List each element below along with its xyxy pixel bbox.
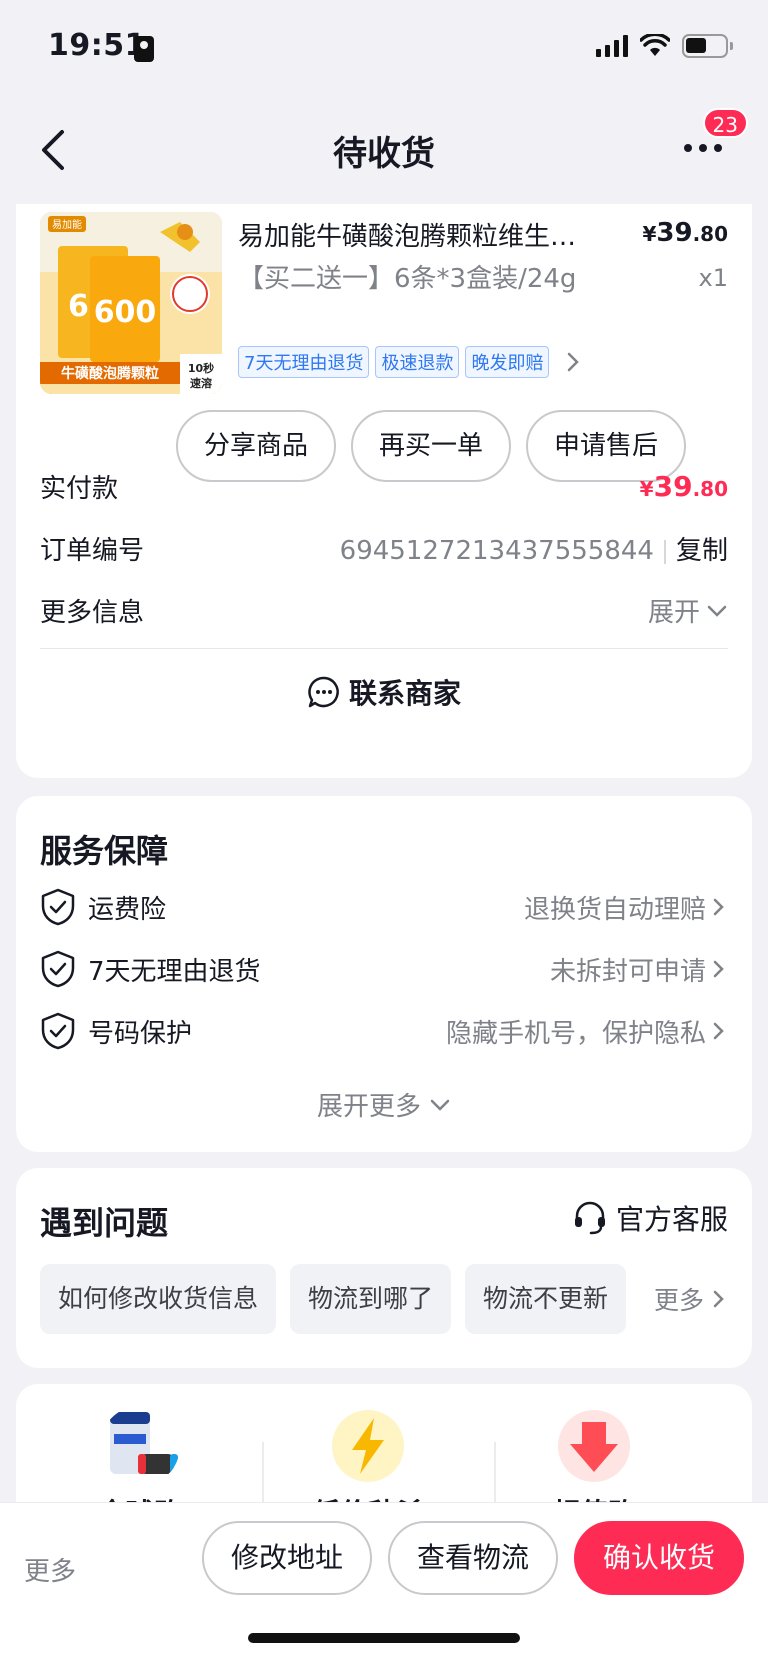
- price-decimal: .80: [692, 222, 728, 246]
- confirm-receipt-button[interactable]: 确认收货: [574, 1521, 744, 1595]
- view-logistics-button[interactable]: 查看物流: [388, 1521, 558, 1595]
- chevron-right-icon: [713, 898, 724, 916]
- contact-card-icon: [134, 36, 154, 62]
- svg-text:6: 6: [68, 289, 89, 324]
- expand-button[interactable]: 展开: [648, 592, 728, 629]
- faq-more-label: 更多: [653, 1286, 704, 1315]
- payment-row: 实付款 ¥39.80: [40, 468, 728, 505]
- svg-text:易加能: 易加能: [52, 218, 82, 231]
- contact-merchant-button[interactable]: 联系商家: [16, 672, 752, 712]
- notification-badge: 23: [702, 108, 748, 138]
- chevron-right-icon: [713, 1022, 724, 1040]
- price-symbol: ¥: [642, 222, 657, 246]
- order-number-row: 订单编号 6945127213437555844 复制: [40, 530, 728, 567]
- service-item-name: 运费险: [88, 894, 167, 925]
- more-info-label: 更多信息: [40, 598, 145, 628]
- expand-more-label: 展开更多: [316, 1092, 421, 1122]
- chevron-down-icon: [430, 1099, 450, 1111]
- svg-text:速溶: 速溶: [190, 376, 212, 390]
- bottom-action-bar: 更多 修改地址 查看物流 确认收货: [0, 1502, 768, 1663]
- faq-chips: 如何修改收货信息 物流到哪了 物流不更新: [40, 1264, 628, 1334]
- service-item-desc: 隐藏手机号，保护隐私: [445, 1018, 706, 1049]
- payment-decimal: .80: [692, 477, 728, 501]
- payment-symbol: ¥: [639, 477, 654, 501]
- service-guarantee-card: 服务保障 运费险 退换货自动理赔 7天无理由退货 未拆封可申请 号码保护 隐藏手…: [16, 796, 752, 1152]
- service-title: 服务保障: [40, 832, 169, 870]
- faq-chip[interactable]: 物流不更新: [465, 1264, 627, 1334]
- expand-label: 展开: [647, 598, 700, 628]
- chat-bubble-icon: [308, 676, 339, 708]
- faq-chip[interactable]: 物流到哪了: [290, 1264, 452, 1334]
- status-icons: [596, 34, 733, 58]
- problem-card: 遇到问题 官方客服 如何修改收货信息 物流到哪了 物流不更新 更多: [16, 1168, 752, 1368]
- global-shopping-icon[interactable]: [100, 1406, 180, 1486]
- product-image-graphic: 易加能 600 6 牛磺酸泡腾颗粒 10秒 速溶: [40, 212, 222, 394]
- order-number-group: 6945127213437555844 复制: [340, 530, 728, 567]
- chevron-down-icon: [707, 605, 727, 617]
- svg-text:600: 600: [94, 295, 157, 330]
- status-time: 19:51: [48, 28, 146, 63]
- page-title: 待收货: [333, 134, 435, 174]
- svg-text:牛磺酸泡腾颗粒: 牛磺酸泡腾颗粒: [61, 365, 159, 382]
- service-item-shipping-insurance[interactable]: 运费险 退换货自动理赔: [40, 888, 728, 926]
- faq-chip[interactable]: 如何修改收货信息: [40, 1264, 277, 1334]
- shield-check-icon: [41, 888, 75, 926]
- product-quantity: x1: [698, 264, 728, 292]
- product-title[interactable]: 易加能牛磺酸泡腾颗粒维生素...: [238, 216, 598, 253]
- customer-service-label: 官方客服: [615, 1203, 728, 1236]
- home-indicator[interactable]: [248, 1633, 520, 1643]
- service-item-7day-return[interactable]: 7天无理由退货 未拆封可申请: [40, 950, 728, 988]
- nav-bar: 待收货 23: [0, 96, 768, 204]
- signal-icon: [596, 35, 628, 57]
- tag-late-ship-compensation: 晚发即赔: [465, 346, 550, 378]
- order-number-label: 订单编号: [40, 536, 145, 566]
- copy-separator: [663, 539, 666, 564]
- order-number: 6945127213437555844: [339, 536, 654, 566]
- copy-button[interactable]: 复制: [676, 536, 728, 566]
- service-item-desc: 未拆封可申请: [549, 956, 706, 987]
- price-integer: 39: [656, 218, 693, 248]
- wifi-icon: [640, 34, 670, 56]
- payment-integer: 39: [653, 470, 693, 503]
- headset-icon: [574, 1201, 605, 1235]
- payment-amount: ¥39.80: [640, 470, 728, 503]
- lightning-icon[interactable]: [328, 1406, 408, 1486]
- service-item-name: 号码保护: [88, 1018, 193, 1049]
- product-image[interactable]: 易加能 600 6 牛磺酸泡腾颗粒 10秒 速溶: [40, 212, 222, 394]
- chevron-right-icon: [713, 960, 724, 978]
- product-spec: 【买二送一】6条*3盒装/24g: [238, 264, 577, 294]
- chevron-right-icon: [713, 1290, 724, 1308]
- tag-fast-refund: 极速退款: [375, 346, 460, 378]
- service-item-desc: 退换货自动理赔: [523, 894, 706, 925]
- shield-check-icon: [41, 950, 75, 988]
- order-card: 易加能 600 6 牛磺酸泡腾颗粒 10秒 速溶 易加能牛磺酸泡腾颗粒维生素..…: [16, 204, 752, 778]
- service-item-name: 7天无理由退货: [88, 956, 261, 987]
- chevron-right-icon: [568, 352, 580, 372]
- price-down-arrow-icon[interactable]: [554, 1406, 634, 1486]
- shield-check-icon: [41, 1012, 75, 1050]
- bottom-more-button[interactable]: 更多: [24, 1551, 76, 1588]
- tag-7day-return: 7天无理由退货: [238, 346, 370, 378]
- payment-label: 实付款: [40, 474, 119, 504]
- service-tags[interactable]: 7天无理由退货 极速退款 晚发即赔: [238, 346, 583, 378]
- svg-text:10秒: 10秒: [188, 361, 214, 375]
- more-menu-icon[interactable]: [684, 136, 728, 160]
- problem-title: 遇到问题: [40, 1204, 169, 1242]
- divider: [262, 1442, 264, 1504]
- contact-merchant-label: 联系商家: [348, 677, 461, 710]
- more-info-row[interactable]: 更多信息 展开: [40, 592, 728, 629]
- expand-more-button[interactable]: 展开更多: [16, 1086, 752, 1123]
- battery-icon: [682, 34, 733, 58]
- divider: [40, 648, 728, 649]
- edit-address-button[interactable]: 修改地址: [202, 1521, 372, 1595]
- faq-more-button[interactable]: 更多: [623, 1264, 728, 1334]
- official-customer-service-button[interactable]: 官方客服: [572, 1198, 728, 1238]
- product-price: ¥39.80: [642, 218, 728, 248]
- status-bar: 19:51: [0, 0, 768, 96]
- service-item-number-protection[interactable]: 号码保护 隐藏手机号，保护隐私: [40, 1012, 728, 1050]
